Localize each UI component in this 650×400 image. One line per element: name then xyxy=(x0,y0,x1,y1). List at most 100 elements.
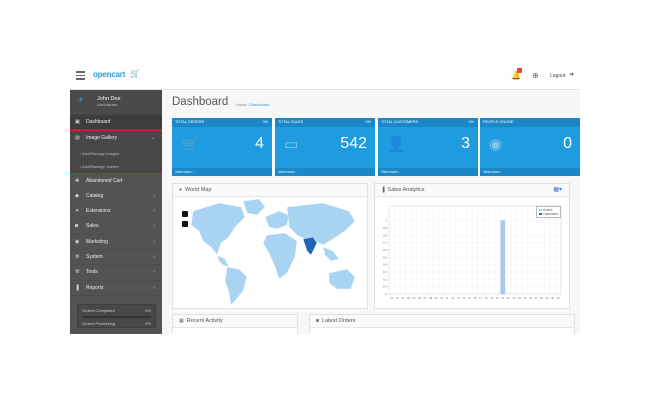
tile-value: 542 xyxy=(340,135,367,152)
sidebar-item-marketing[interactable]: ◉ Marketing › xyxy=(70,235,162,251)
share-icon: ◉ xyxy=(75,238,80,245)
sidebar-item-reports[interactable]: ▐ Reports › xyxy=(70,281,162,296)
sidebar-item-label: Abandoned Cart xyxy=(86,177,123,184)
y-tick-label: 0.2 xyxy=(383,277,388,281)
tile-view-more-link[interactable]: View more... xyxy=(378,168,478,176)
user-name: John Doe xyxy=(97,96,121,102)
puzzle-icon: ✦ xyxy=(75,208,80,215)
help-icon[interactable]: ⊕ xyxy=(532,71,539,80)
panel-title: Recent Activity xyxy=(186,318,223,324)
x-tick-label: 04 xyxy=(407,296,410,300)
cart-icon: ◙ xyxy=(316,318,320,324)
x-tick-label: 17 xyxy=(479,296,482,300)
sidebar-item-tools[interactable]: ⚒ Tools › xyxy=(70,265,162,281)
map-australia xyxy=(328,268,356,290)
tile-percent: 0% xyxy=(468,120,475,124)
tile-total-customers: TOTAL CUSTOMERS 0% 👤 3 View more... xyxy=(378,118,478,176)
x-tick-label: 13 xyxy=(457,296,460,300)
tile-view-more-link[interactable]: View more... xyxy=(172,168,272,176)
x-tick-label: 22 xyxy=(507,296,510,300)
cart-icon: 🛒 xyxy=(181,136,200,153)
sidebar-item-label: System xyxy=(86,254,103,261)
legend-label: Customers xyxy=(542,212,558,216)
sidebar-item-sales[interactable]: ◙ Sales › xyxy=(70,219,162,235)
tile-people-online: PEOPLE ONLINE ◉ 0 View more... xyxy=(480,118,580,176)
main-content: Dashboard Home / Dashboard TOTAL ORDERS 0… xyxy=(162,90,580,334)
tile-value: 0 xyxy=(563,135,572,152)
x-tick-label: 24 xyxy=(518,296,521,300)
sidebar: ✈ John Doe Administrator ▣ Dashboard ▨ I… xyxy=(70,90,163,334)
x-tick-label: 25 xyxy=(523,296,526,300)
opencart-admin-app: opencart 🛒 🔔 ⊕ Logout ➜ ✈ John Doe Admin… xyxy=(70,62,580,334)
order-stats-box: Orders Completed 0% Orders Processing 0% xyxy=(77,303,156,328)
stat-percent: 0% xyxy=(145,320,151,326)
panel-header: ● World Map xyxy=(173,184,367,197)
x-tick-label: 02 xyxy=(396,296,399,300)
x-tick-label: 18 xyxy=(485,296,488,300)
breadcrumb-current[interactable]: Dashboard xyxy=(250,102,270,107)
chevron-down-icon: ⌄ xyxy=(150,135,155,142)
chevron-right-icon: › xyxy=(153,208,155,215)
stat-orders-completed: Orders Completed 0% xyxy=(82,308,151,316)
y-tick-label: 1 xyxy=(385,219,387,223)
cart-icon: ◙ xyxy=(75,223,79,230)
y-tick-label: 0.3 xyxy=(383,270,388,274)
breadcrumb: Home / Dashboard xyxy=(236,102,270,107)
latest-orders-panel: ◙ Latest Orders xyxy=(309,314,575,334)
sidebar-subitem-label: Add/Manage Gallery xyxy=(82,163,119,169)
sidebar-item-abandoned-cart[interactable]: ✚ Abandoned Cart xyxy=(70,174,162,189)
sidebar-item-label: Sales xyxy=(86,223,99,230)
tile-view-more-link[interactable]: View more... xyxy=(275,168,375,176)
y-tick-label: 0.9 xyxy=(383,226,388,230)
user-icon: 👤 xyxy=(387,136,406,153)
y-tick-label: 0 xyxy=(385,292,387,296)
sidebar-subitem-manage-images[interactable]: • Add/Manage Images xyxy=(70,146,162,160)
sidebar-item-image-gallery[interactable]: ▨ Image Gallery ⌄ xyxy=(70,131,162,147)
map-southeast-asia xyxy=(322,246,340,262)
x-tick-label: 30 xyxy=(551,296,554,300)
sidebar-item-system[interactable]: ⚙ System › xyxy=(70,250,162,266)
eye-icon: ◉ xyxy=(489,136,503,153)
x-tick-label: 10 xyxy=(440,296,443,300)
chart-legend: Orders Customers xyxy=(535,206,561,218)
tile-percent: 0% xyxy=(262,120,269,124)
sidebar-item-dashboard[interactable]: ▣ Dashboard xyxy=(70,115,162,131)
image-gallery-group: ▨ Image Gallery ⌄ • Add/Manage Images • … xyxy=(70,130,163,174)
sidebar-item-label: Dashboard xyxy=(86,119,111,125)
menu-toggle-icon[interactable] xyxy=(76,71,85,80)
x-tick-label: 31 xyxy=(557,296,560,300)
panel-title: World Map xyxy=(185,187,212,193)
chevron-right-icon: › xyxy=(153,223,155,230)
sidebar-item-catalog[interactable]: ◆ Catalog › xyxy=(70,189,162,205)
breadcrumb-home[interactable]: Home xyxy=(236,102,247,107)
calendar-dropdown-icon[interactable]: ▦▾ xyxy=(553,184,562,197)
x-tick-label: 05 xyxy=(413,296,416,300)
plus-icon: ✚ xyxy=(75,177,80,184)
chevron-right-icon: › xyxy=(153,269,155,276)
logo[interactable]: opencart xyxy=(93,70,125,79)
panel-header: ▐ Sales Analytics ▦▾ xyxy=(375,184,569,197)
page-title: Dashboard xyxy=(172,96,229,108)
sales-analytics-panel: ▐ Sales Analytics ▦▾ 0 0.1 0.2 0.3 0.4 0.5 0.6 0… xyxy=(374,183,570,309)
sidebar-item-label: Catalog xyxy=(86,192,104,199)
world-map[interactable] xyxy=(173,197,369,309)
x-tick-label: 19 xyxy=(490,296,493,300)
tile-total-orders: TOTAL ORDERS 0% 🛒 4 View more... xyxy=(172,118,272,176)
logout-icon[interactable]: ➜ xyxy=(569,71,574,78)
x-tick-label: 28 xyxy=(540,296,543,300)
x-tick-label: 09 xyxy=(435,296,438,300)
sidebar-item-extensions[interactable]: ✦ Extensions › xyxy=(70,204,162,220)
tile-label: TOTAL SALES xyxy=(278,120,304,124)
sidebar-item-label: Reports xyxy=(86,284,104,291)
x-tick-label: 29 xyxy=(546,296,549,300)
map-central-america xyxy=(216,254,230,268)
logout-link[interactable]: Logout xyxy=(550,73,565,79)
map-africa xyxy=(262,232,298,280)
tile-view-more-link[interactable]: View more... xyxy=(480,168,580,176)
map-south-america xyxy=(224,266,248,306)
sidebar-subitem-manage-gallery[interactable]: • Add/Manage Gallery xyxy=(70,159,162,173)
user-profile[interactable]: ✈ John Doe Administrator xyxy=(70,90,162,115)
map-region-india[interactable] xyxy=(302,236,318,256)
sidebar-item-label: Extensions xyxy=(86,208,111,215)
stat-label: Orders Processing xyxy=(82,320,116,326)
